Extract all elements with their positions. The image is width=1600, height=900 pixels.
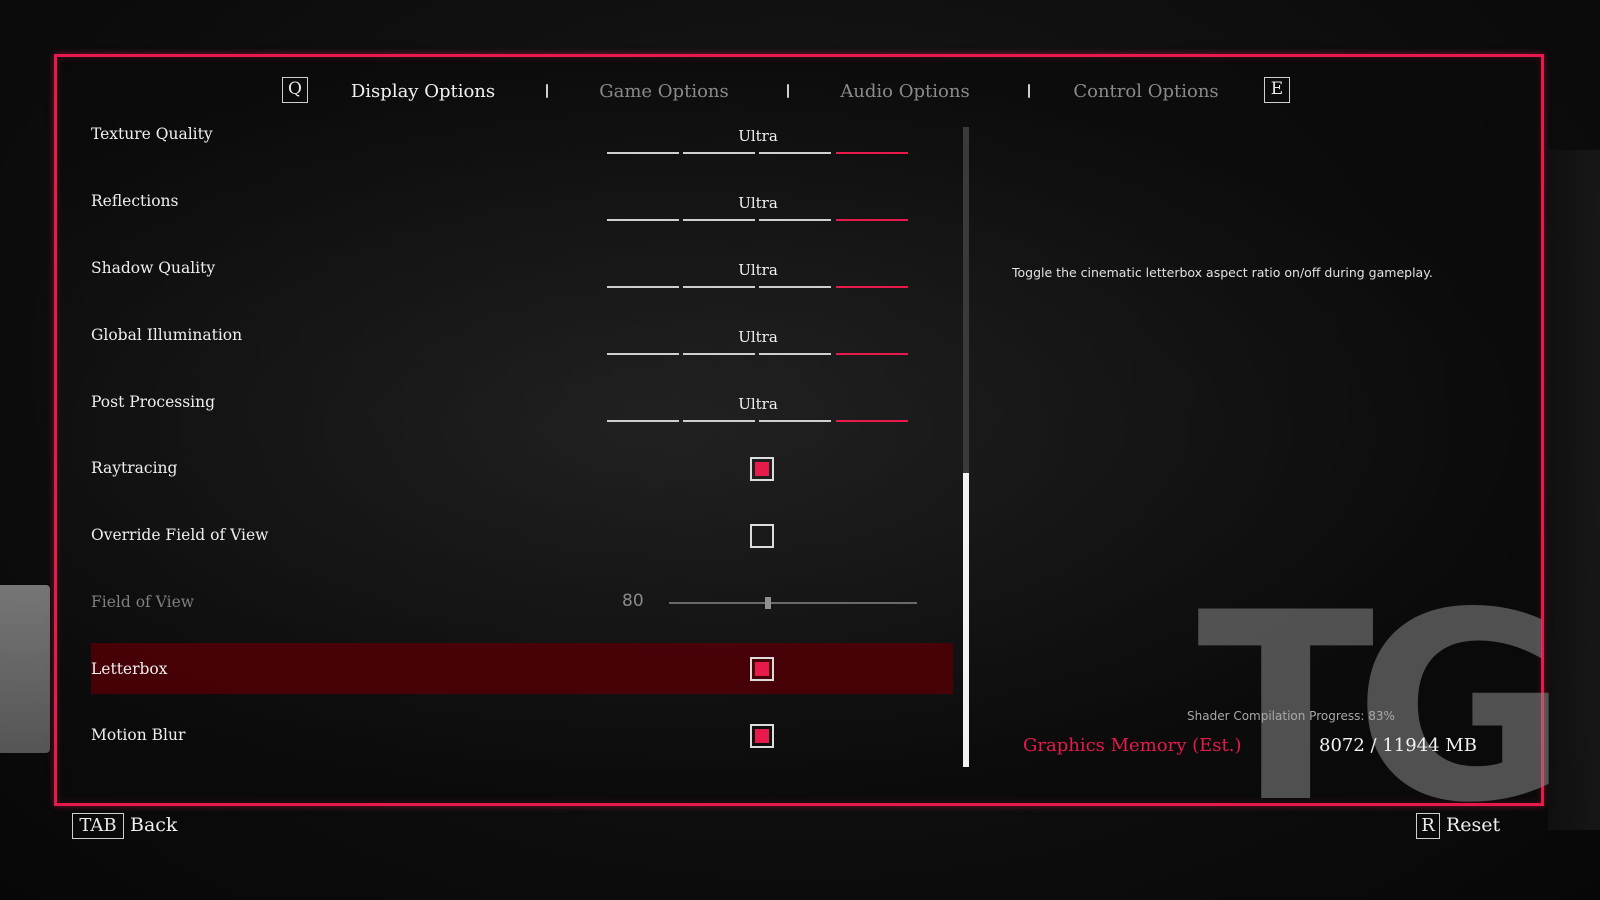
- quality-segment: [607, 219, 679, 221]
- letterbox-checkbox[interactable]: [750, 657, 774, 681]
- setting-label-reflections: Reflections: [91, 192, 179, 210]
- setting-label-global-illumination: Global Illumination: [91, 326, 243, 344]
- setting-label-motion-blur: Motion Blur: [91, 726, 186, 744]
- tab-control-options[interactable]: Control Options: [1073, 81, 1218, 102]
- shadow-quality-selector[interactable]: Ultra: [607, 261, 909, 291]
- setting-label-post-processing: Post Processing: [91, 393, 216, 411]
- quality-segment: [759, 353, 831, 355]
- texture-quality-selector[interactable]: Ultra: [607, 127, 909, 157]
- setting-label-letterbox: Letterbox: [91, 660, 168, 678]
- quality-segment: [683, 219, 755, 221]
- quality-segment: [759, 420, 831, 422]
- quality-segment-active: [836, 286, 908, 288]
- setting-label-texture-quality: Texture Quality: [91, 125, 213, 143]
- checkbox-checked-fill: [755, 462, 769, 476]
- quality-segment: [607, 286, 679, 288]
- fov-value: 80: [622, 591, 644, 611]
- tab-separator: [1028, 84, 1030, 98]
- fov-slider[interactable]: [669, 597, 917, 609]
- reset-key[interactable]: R: [1416, 813, 1440, 839]
- quality-segment: [683, 286, 755, 288]
- tab-audio-options[interactable]: Audio Options: [840, 81, 969, 102]
- quality-segment: [759, 286, 831, 288]
- shader-progress-label: Shader Compilation Progress:: [1187, 709, 1365, 723]
- setting-label-shadow-quality: Shadow Quality: [91, 259, 216, 277]
- tab-separator: [787, 84, 789, 98]
- quality-segment: [607, 420, 679, 422]
- raytracing-checkbox[interactable]: [750, 457, 774, 481]
- texture-quality-value: Ultra: [738, 127, 778, 145]
- override-fov-checkbox[interactable]: [750, 524, 774, 548]
- quality-segment-active: [836, 420, 908, 422]
- back-button[interactable]: Back: [130, 814, 177, 836]
- prev-tab-key[interactable]: Q: [282, 77, 308, 103]
- setting-label-field-of-view: Field of View: [91, 593, 195, 611]
- selected-row-highlight: [91, 643, 953, 694]
- quality-segment: [759, 219, 831, 221]
- scrollbar-thumb[interactable]: [963, 472, 969, 767]
- setting-label-raytracing: Raytracing: [91, 459, 178, 477]
- settings-panel: Q Display Options Game Options Audio Opt…: [54, 54, 1568, 839]
- post-processing-value: Ultra: [738, 395, 778, 413]
- reflections-selector[interactable]: Ultra: [607, 194, 909, 224]
- motion-blur-checkbox[interactable]: [750, 724, 774, 748]
- reset-button[interactable]: Reset: [1446, 814, 1500, 836]
- setting-description: Toggle the cinematic letterbox aspect ra…: [1012, 265, 1433, 280]
- next-tab-key[interactable]: E: [1264, 77, 1290, 103]
- background-object-right: [1548, 150, 1600, 830]
- graphics-memory-label: Graphics Memory (Est.): [1023, 735, 1242, 756]
- fov-slider-handle[interactable]: [765, 597, 772, 609]
- background-object: [0, 585, 50, 753]
- quality-segment: [759, 152, 831, 154]
- quality-segment: [607, 152, 679, 154]
- tab-game-options[interactable]: Game Options: [599, 81, 729, 102]
- post-processing-selector[interactable]: Ultra: [607, 395, 909, 425]
- quality-segment: [683, 152, 755, 154]
- settings-scrollbar[interactable]: [963, 127, 969, 767]
- quality-segment: [607, 353, 679, 355]
- back-key[interactable]: TAB: [72, 813, 124, 839]
- quality-segment: [683, 420, 755, 422]
- reflections-value: Ultra: [738, 194, 778, 212]
- shader-progress-value: 83%: [1368, 709, 1395, 723]
- global-illumination-selector[interactable]: Ultra: [607, 328, 909, 358]
- graphics-memory-value: 8072 / 11944 MB: [1319, 735, 1477, 756]
- setting-label-override-fov: Override Field of View: [91, 526, 269, 544]
- quality-segment-active: [836, 219, 908, 221]
- checkbox-checked-fill: [755, 662, 769, 676]
- tab-separator: [546, 84, 548, 98]
- shadow-quality-value: Ultra: [738, 261, 778, 279]
- shader-compilation-progress: Shader Compilation Progress: 83%: [1187, 709, 1395, 723]
- quality-segment-active: [836, 353, 908, 355]
- quality-segment-active: [836, 152, 908, 154]
- checkbox-checked-fill: [755, 729, 769, 743]
- quality-segment: [683, 353, 755, 355]
- tab-display-options[interactable]: Display Options: [351, 81, 495, 102]
- global-illumination-value: Ultra: [738, 328, 778, 346]
- tab-bar: Q Display Options Game Options Audio Opt…: [57, 57, 1541, 127]
